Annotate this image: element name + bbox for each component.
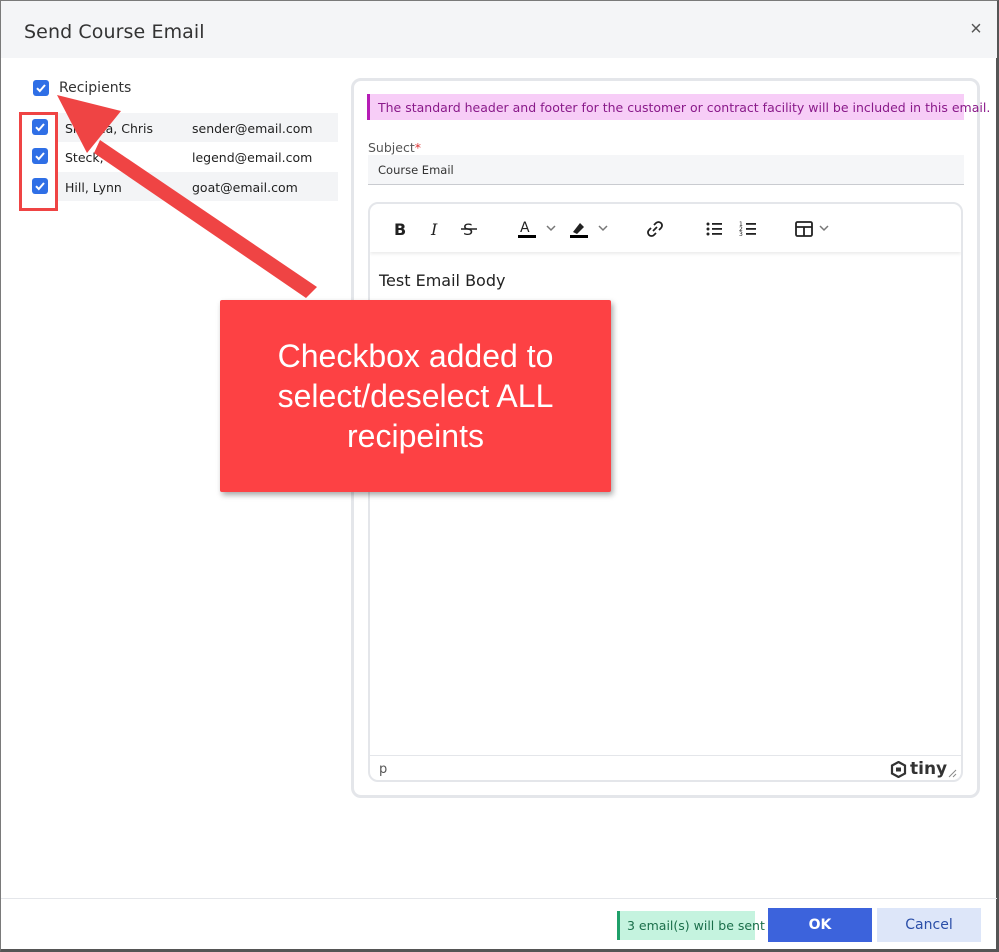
callout-text: Checkbox added to select/deselect ALL re… <box>277 338 554 454</box>
email-count-badge: 3 email(s) will be sent <box>617 911 765 940</box>
cancel-button[interactable]: Cancel <box>877 908 981 942</box>
footer-divider <box>1 898 997 899</box>
send-course-email-dialog: Send Course Email × Recipients Sharma, C… <box>0 0 999 952</box>
annotation-callout: Checkbox added to select/deselect ALL re… <box>220 300 611 492</box>
ok-button[interactable]: OK <box>768 908 872 942</box>
email-count-text: 3 email(s) will be sent <box>627 918 765 933</box>
